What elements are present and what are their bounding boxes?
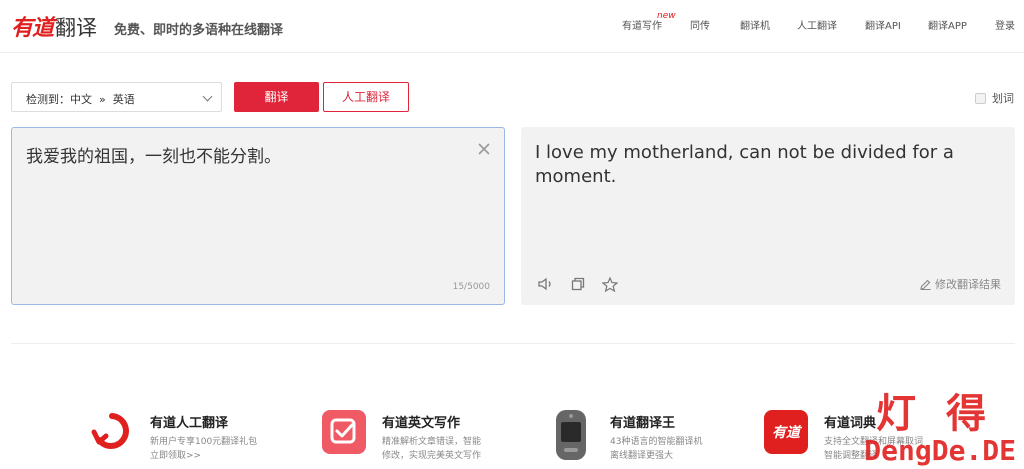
translation-text: I love my motherland, can not be divided… [535, 142, 954, 187]
copy-icon[interactable] [569, 275, 587, 293]
close-icon[interactable] [478, 141, 490, 159]
product-human-translate[interactable]: 有道人工翻译 新用户专享100元翻译礼包 立即领取>> [90, 410, 257, 463]
edit-translation-link[interactable]: 修改翻译结果 [920, 276, 1001, 292]
dictionary-app-icon: 有道 [764, 410, 808, 454]
speaker-icon[interactable] [537, 275, 555, 293]
watermark: 灯得 DengDe.DE [864, 392, 1016, 466]
logo-youdao-text: 有道 [11, 16, 54, 41]
char-count: 15/5000 [452, 282, 490, 292]
writing-check-icon [322, 410, 366, 454]
product-desc: 离线翻译更强大 [610, 451, 674, 461]
slogan: 免费、即时的多语种在线翻译 [114, 23, 284, 38]
divider [11, 343, 1015, 344]
nav-item-login[interactable]: 登录 [995, 17, 1015, 32]
nav-item-human[interactable]: 人工翻译 [797, 17, 837, 32]
edit-translation-label: 修改翻译结果 [935, 278, 1001, 291]
star-icon[interactable] [601, 275, 619, 293]
watermark-url: DengDe.DE [864, 434, 1016, 467]
product-title: 有道翻译王 [610, 416, 676, 431]
product-desc: 修改，实现完美英文写作 [382, 451, 482, 461]
translate-button[interactable]: 翻译 [234, 82, 319, 112]
nav-item-writing[interactable]: 有道写作 new [622, 11, 676, 32]
output-toolbar [537, 275, 619, 293]
source-text[interactable]: 我爱我的祖国，一刻也不能分割。 [26, 142, 281, 167]
nav-item-app[interactable]: 翻译APP [928, 17, 967, 32]
product-title: 有道人工翻译 [150, 416, 229, 431]
nav-item-api[interactable]: 翻译API [865, 17, 901, 32]
language-select[interactable]: 检测到：中文 » 英语 [11, 82, 222, 112]
product-desc: 新用户专享100元翻译礼包 [150, 437, 258, 447]
page: { "header": { "logo_youdao": "有道", "logo… [0, 0, 1024, 469]
top-header: 有道 翻译 免费、即时的多语种在线翻译 有道写作 new 同传 翻译机 人工翻译… [0, 0, 1024, 53]
youdao-logo[interactable]: 有道 翻译 [11, 10, 97, 42]
source-input-panel[interactable]: 我爱我的祖国，一刻也不能分割。 15/5000 [11, 127, 505, 305]
pencil-icon [920, 279, 931, 290]
chevron-down-icon [202, 91, 213, 102]
product-desc[interactable]: 立即领取>> [150, 449, 257, 463]
nav-item-interpretation[interactable]: 同传 [690, 17, 710, 32]
checkbox-icon[interactable] [975, 92, 986, 104]
language-select-value: 检测到：中文 » 英语 [26, 93, 135, 106]
nav-item-device[interactable]: 翻译机 [740, 17, 770, 32]
word-pick-toggle[interactable]: 划词 [975, 90, 1014, 106]
dictionary-app-icon-text: 有道 [772, 425, 800, 441]
watermark-chars: 灯得 [876, 391, 1016, 437]
translation-output-panel: I love my motherland, can not be divided… [521, 127, 1015, 305]
nav-label: 有道写作 [622, 21, 662, 32]
new-badge: new [657, 11, 676, 21]
product-title: 有道英文写作 [382, 416, 461, 431]
logo-fanyi-text: 翻译 [55, 16, 98, 40]
product-desc: 精准解析文章错误，智能 [382, 437, 482, 447]
human-translate-icon [90, 410, 134, 454]
translator-device-icon [550, 410, 594, 460]
top-nav: 有道写作 new 同传 翻译机 人工翻译 翻译API 翻译APP 登录 [604, 11, 1024, 33]
human-translate-button[interactable]: 人工翻译 [323, 82, 409, 112]
product-translator-device[interactable]: 有道翻译王 43种语言的智能翻译机 离线翻译更强大 [550, 410, 702, 463]
word-pick-label: 划词 [992, 92, 1014, 105]
product-english-writing[interactable]: 有道英文写作 精准解析文章错误，智能 修改，实现完美英文写作 [322, 410, 481, 463]
product-desc: 43种语言的智能翻译机 [610, 437, 703, 447]
